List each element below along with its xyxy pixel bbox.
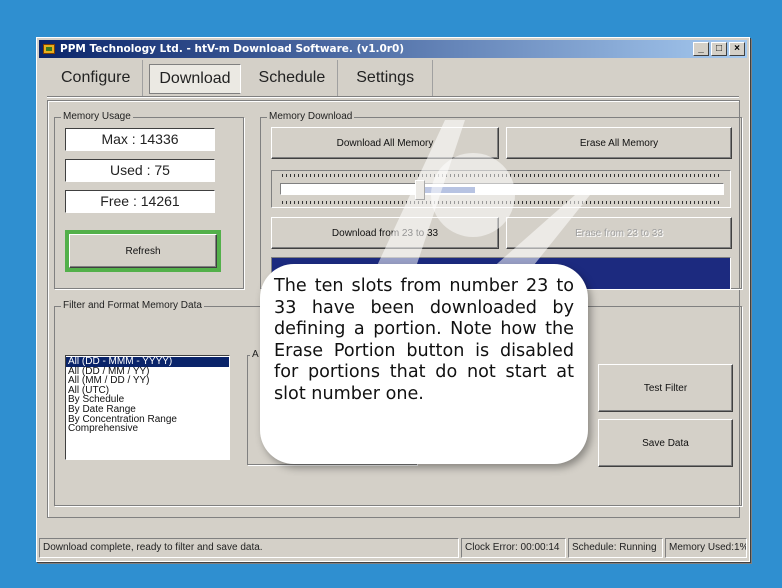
range-slider[interactable]	[271, 170, 731, 208]
max-memory-field: Max : 14336	[65, 128, 215, 151]
window-title: PPM Technology Ltd. - htV-m Download Sof…	[60, 43, 405, 55]
tab-strip: Configure Download Schedule Settings	[49, 60, 434, 96]
slider-thumb[interactable]	[415, 180, 426, 200]
status-message: Download complete, ready to filter and s…	[39, 538, 459, 558]
test-filter-button[interactable]: Test Filter	[598, 364, 733, 412]
filter-format-legend: Filter and Format Memory Data	[61, 300, 204, 312]
refresh-highlight: Refresh	[65, 230, 221, 272]
erase-range-button: Erase from 23 to 33	[506, 217, 732, 249]
free-memory-field: Free : 14261	[65, 190, 215, 213]
tab-configure[interactable]: Configure	[49, 60, 144, 96]
filter-option[interactable]: Comprehensive	[66, 424, 229, 434]
memory-usage-legend: Memory Usage	[61, 111, 133, 123]
maximize-button[interactable]: □	[711, 42, 727, 56]
refresh-button[interactable]: Refresh	[69, 234, 217, 268]
schedule-status: Schedule: Running	[568, 538, 663, 558]
memory-used-status: Memory Used:1%	[665, 538, 747, 558]
save-data-button[interactable]: Save Data	[598, 419, 733, 467]
close-button[interactable]: ×	[729, 42, 745, 56]
download-all-button[interactable]: Download All Memory	[271, 127, 499, 159]
tab-settings[interactable]: Settings	[338, 60, 434, 96]
app-icon	[42, 42, 56, 56]
filter-options-list[interactable]: All (DD - MMM - YYYY) All (DD / MM / YY) A…	[65, 355, 230, 460]
used-memory-field: Used : 75	[65, 159, 215, 182]
memory-usage-group: Memory Usage Max : 14336 Used : 75 Free …	[54, 111, 244, 289]
erase-range-label: Erase from 23 to 33	[575, 227, 663, 239]
download-range-button[interactable]: Download from 23 to 33	[271, 217, 499, 249]
annotation-callout: The ten slots from number 23 to 33 have …	[260, 264, 588, 464]
slider-ticks-top	[282, 174, 720, 177]
slider-track	[280, 180, 724, 200]
status-bar: Download complete, ready to filter and s…	[39, 538, 747, 558]
tab-schedule[interactable]: Schedule	[247, 60, 339, 96]
slider-ticks-bottom	[282, 201, 720, 204]
erase-all-button[interactable]: Erase All Memory	[506, 127, 732, 159]
tab-divider	[47, 96, 739, 98]
tab-download[interactable]: Download	[149, 64, 241, 94]
memory-download-legend: Memory Download	[267, 111, 355, 123]
minimize-button[interactable]: _	[693, 42, 709, 56]
title-bar[interactable]: PPM Technology Ltd. - htV-m Download Sof…	[39, 40, 747, 58]
slider-selected-range	[418, 187, 476, 193]
clock-error-status: Clock Error: 00:00:14	[461, 538, 566, 558]
